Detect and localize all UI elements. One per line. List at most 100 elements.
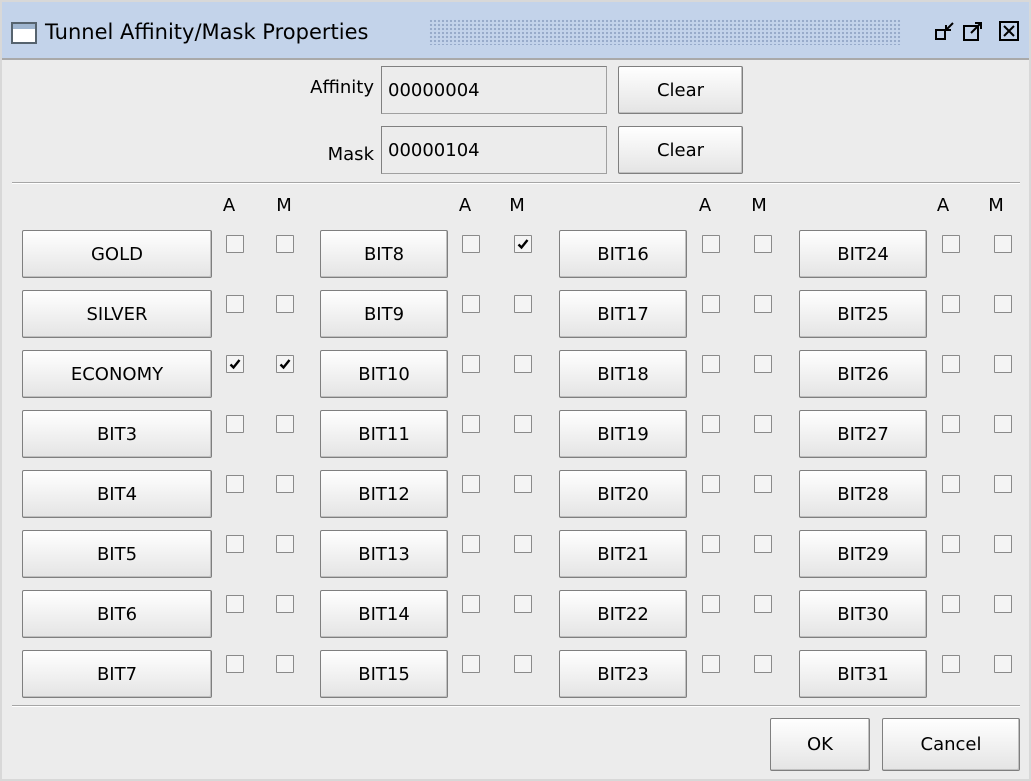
bit-button-bit29[interactable]: BIT29	[799, 530, 927, 578]
mask-checkbox-bit10[interactable]	[514, 355, 532, 373]
bit-button-bit30[interactable]: BIT30	[799, 590, 927, 638]
bit-button-bit13[interactable]: BIT13	[320, 530, 448, 578]
affinity-checkbox-economy[interactable]	[226, 355, 244, 373]
affinity-checkbox-bit5[interactable]	[226, 535, 244, 553]
bit-button-bit24[interactable]: BIT24	[799, 230, 927, 278]
affinity-checkbox-gold[interactable]	[226, 235, 244, 253]
affinity-checkbox-bit12[interactable]	[462, 475, 480, 493]
bit-button-bit9[interactable]: BIT9	[320, 290, 448, 338]
bit-button-bit7[interactable]: BIT7	[22, 650, 212, 698]
title-bar[interactable]: Tunnel Affinity/Mask Properties	[2, 2, 1029, 60]
bit-button-bit17[interactable]: BIT17	[559, 290, 687, 338]
bit-button-bit10[interactable]: BIT10	[320, 350, 448, 398]
minimize-icon[interactable]	[934, 20, 956, 42]
affinity-checkbox-bit24[interactable]	[942, 235, 960, 253]
bit-button-bit3[interactable]: BIT3	[22, 410, 212, 458]
bit-button-bit6[interactable]: BIT6	[22, 590, 212, 638]
affinity-checkbox-bit16[interactable]	[702, 235, 720, 253]
affinity-checkbox-bit6[interactable]	[226, 595, 244, 613]
bit-button-silver[interactable]: SILVER	[22, 290, 212, 338]
clear-affinity-button[interactable]: Clear	[618, 66, 743, 114]
mask-checkbox-bit20[interactable]	[754, 475, 772, 493]
mask-checkbox-economy[interactable]	[276, 355, 294, 373]
mask-checkbox-bit25[interactable]	[994, 295, 1012, 313]
mask-checkbox-bit7[interactable]	[276, 655, 294, 673]
bit-button-bit20[interactable]: BIT20	[559, 470, 687, 518]
mask-checkbox-bit5[interactable]	[276, 535, 294, 553]
affinity-checkbox-bit26[interactable]	[942, 355, 960, 373]
bit-button-bit18[interactable]: BIT18	[559, 350, 687, 398]
mask-checkbox-bit17[interactable]	[754, 295, 772, 313]
affinity-checkbox-bit8[interactable]	[462, 235, 480, 253]
affinity-checkbox-bit23[interactable]	[702, 655, 720, 673]
bit-button-bit21[interactable]: BIT21	[559, 530, 687, 578]
clear-mask-button[interactable]: Clear	[618, 126, 743, 174]
close-icon[interactable]	[998, 20, 1020, 42]
mask-checkbox-bit24[interactable]	[994, 235, 1012, 253]
mask-checkbox-bit27[interactable]	[994, 415, 1012, 433]
mask-checkbox-gold[interactable]	[276, 235, 294, 253]
maximize-icon[interactable]	[962, 20, 984, 42]
mask-checkbox-bit9[interactable]	[514, 295, 532, 313]
affinity-checkbox-bit4[interactable]	[226, 475, 244, 493]
affinity-checkbox-bit11[interactable]	[462, 415, 480, 433]
mask-checkbox-bit8[interactable]	[514, 235, 532, 253]
mask-checkbox-bit16[interactable]	[754, 235, 772, 253]
bit-button-bit15[interactable]: BIT15	[320, 650, 448, 698]
mask-checkbox-bit26[interactable]	[994, 355, 1012, 373]
mask-checkbox-bit18[interactable]	[754, 355, 772, 373]
bit-button-bit25[interactable]: BIT25	[799, 290, 927, 338]
affinity-checkbox-bit29[interactable]	[942, 535, 960, 553]
bit-button-bit4[interactable]: BIT4	[22, 470, 212, 518]
mask-checkbox-bit3[interactable]	[276, 415, 294, 433]
mask-checkbox-bit23[interactable]	[754, 655, 772, 673]
mask-checkbox-bit30[interactable]	[994, 595, 1012, 613]
affinity-checkbox-bit30[interactable]	[942, 595, 960, 613]
mask-checkbox-bit28[interactable]	[994, 475, 1012, 493]
bit-button-gold[interactable]: GOLD	[22, 230, 212, 278]
affinity-checkbox-bit13[interactable]	[462, 535, 480, 553]
title-drag-handle[interactable]	[429, 19, 901, 45]
mask-checkbox-bit22[interactable]	[754, 595, 772, 613]
ok-button[interactable]: OK	[770, 718, 870, 771]
bit-button-bit28[interactable]: BIT28	[799, 470, 927, 518]
affinity-checkbox-bit7[interactable]	[226, 655, 244, 673]
affinity-checkbox-bit15[interactable]	[462, 655, 480, 673]
affinity-field[interactable]	[381, 66, 607, 114]
affinity-checkbox-silver[interactable]	[226, 295, 244, 313]
mask-checkbox-bit29[interactable]	[994, 535, 1012, 553]
cancel-button[interactable]: Cancel	[882, 718, 1020, 771]
affinity-checkbox-bit22[interactable]	[702, 595, 720, 613]
mask-checkbox-bit21[interactable]	[754, 535, 772, 553]
bit-button-bit16[interactable]: BIT16	[559, 230, 687, 278]
mask-checkbox-silver[interactable]	[276, 295, 294, 313]
affinity-checkbox-bit17[interactable]	[702, 295, 720, 313]
affinity-checkbox-bit31[interactable]	[942, 655, 960, 673]
mask-checkbox-bit15[interactable]	[514, 655, 532, 673]
affinity-checkbox-bit18[interactable]	[702, 355, 720, 373]
bit-button-bit22[interactable]: BIT22	[559, 590, 687, 638]
mask-checkbox-bit4[interactable]	[276, 475, 294, 493]
bit-button-bit27[interactable]: BIT27	[799, 410, 927, 458]
bit-button-economy[interactable]: ECONOMY	[22, 350, 212, 398]
affinity-checkbox-bit19[interactable]	[702, 415, 720, 433]
bit-button-bit5[interactable]: BIT5	[22, 530, 212, 578]
bit-button-bit31[interactable]: BIT31	[799, 650, 927, 698]
bit-button-bit23[interactable]: BIT23	[559, 650, 687, 698]
mask-field[interactable]	[381, 126, 607, 174]
bit-button-bit14[interactable]: BIT14	[320, 590, 448, 638]
affinity-checkbox-bit9[interactable]	[462, 295, 480, 313]
mask-checkbox-bit12[interactable]	[514, 475, 532, 493]
affinity-checkbox-bit21[interactable]	[702, 535, 720, 553]
affinity-checkbox-bit10[interactable]	[462, 355, 480, 373]
affinity-checkbox-bit28[interactable]	[942, 475, 960, 493]
mask-checkbox-bit11[interactable]	[514, 415, 532, 433]
affinity-checkbox-bit20[interactable]	[702, 475, 720, 493]
mask-checkbox-bit31[interactable]	[994, 655, 1012, 673]
mask-checkbox-bit6[interactable]	[276, 595, 294, 613]
affinity-checkbox-bit3[interactable]	[226, 415, 244, 433]
bit-button-bit8[interactable]: BIT8	[320, 230, 448, 278]
affinity-checkbox-bit25[interactable]	[942, 295, 960, 313]
bit-button-bit12[interactable]: BIT12	[320, 470, 448, 518]
mask-checkbox-bit19[interactable]	[754, 415, 772, 433]
